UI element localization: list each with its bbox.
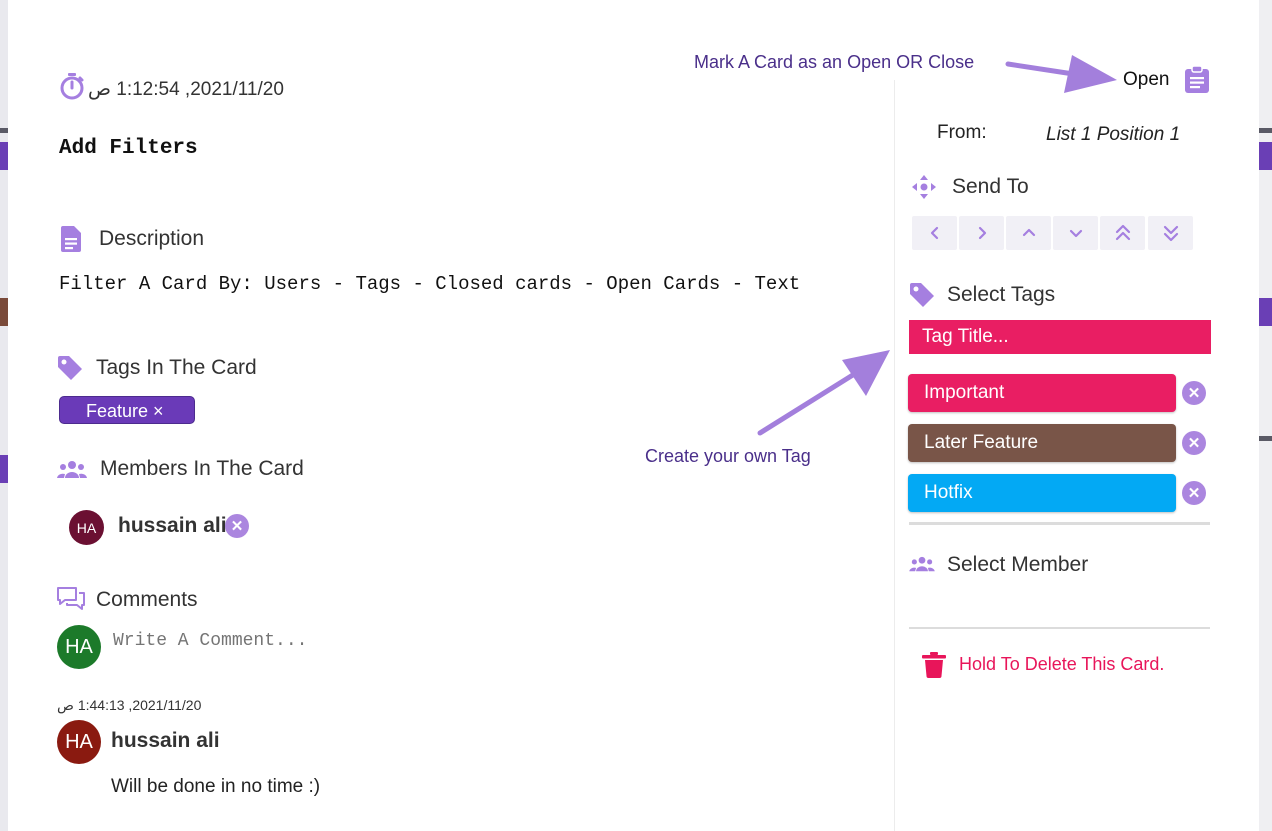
annotation-arrowhead [842, 350, 890, 396]
annotation-arrowhead [1064, 55, 1117, 93]
annotation-arrows [757, 55, 1117, 436]
annotation-arrow [757, 370, 859, 436]
